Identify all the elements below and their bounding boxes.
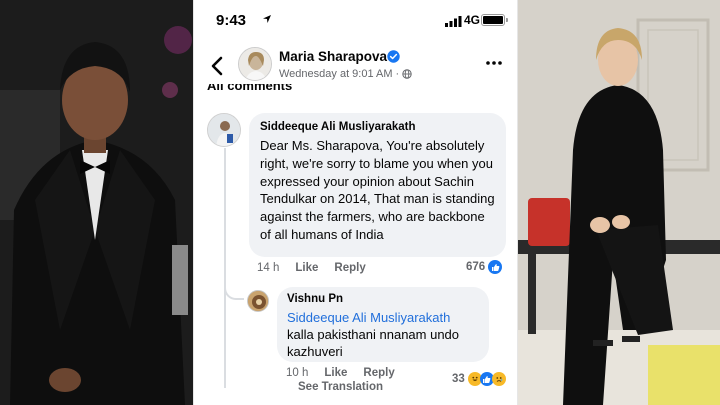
thread-connector: [224, 282, 244, 300]
reply-author-avatar[interactable]: [247, 290, 269, 312]
poster-avatar[interactable]: [238, 47, 272, 81]
battery-icon: [481, 14, 508, 26]
left-photo-man-in-tuxedo: [0, 0, 193, 405]
comment-time-ago: 14 h: [257, 262, 280, 274]
facebook-comments-screen: 9:43 4G Maria Sharapova Wednesday at 9:0…: [193, 0, 518, 405]
sad-reaction-icon: [491, 372, 506, 386]
reply-actions: 10 h Like Reply: [286, 367, 395, 379]
verified-badge-icon: [387, 50, 400, 63]
comment-reactions[interactable]: 676: [466, 260, 503, 274]
post-header: Maria Sharapova Wednesday at 9:01 AM ·: [194, 40, 517, 90]
status-time: 9:43: [216, 12, 247, 29]
reply-reaction-count: 33: [452, 373, 465, 385]
like-reaction-icon: [488, 260, 503, 274]
thread-line: [224, 148, 226, 388]
comment-author[interactable]: Siddeeque Ali Musliyarakath: [260, 121, 495, 133]
back-chevron-icon[interactable]: [208, 54, 228, 78]
reply-button[interactable]: Reply: [334, 262, 365, 274]
poster-name[interactable]: Maria Sharapova: [279, 49, 387, 64]
reply-like-button[interactable]: Like: [324, 367, 347, 379]
location-arrow-icon: [263, 15, 271, 23]
like-button[interactable]: Like: [295, 262, 318, 274]
mentioned-user-link[interactable]: Siddeeque Ali Musliyarakath: [287, 309, 479, 326]
commenter-avatar-image: [208, 114, 240, 146]
see-translation-link[interactable]: See Translation: [298, 381, 383, 393]
reply-time-ago: 10 h: [286, 367, 309, 379]
post-meta: Wednesday at 9:01 AM ·: [279, 68, 412, 80]
comments-filter-label[interactable]: All comments: [207, 84, 292, 94]
reply-bubble: Vishnu Pn Siddeeque Ali Musliyarakath ka…: [277, 287, 489, 362]
reply-avatar-image: [248, 291, 268, 311]
comments-filter-text: All comments: [207, 84, 293, 93]
reply-text: kalla pakisthani nnanam undo kazhuveri: [287, 327, 460, 359]
commenter-avatar[interactable]: [207, 113, 241, 147]
comment-bubble: Siddeeque Ali Musliyarakath Dear Ms. Sha…: [249, 113, 506, 257]
post-timestamp[interactable]: Wednesday at 9:01 AM: [279, 68, 393, 80]
comment-actions: 14 h Like Reply: [257, 262, 366, 274]
tuxedo-man-illustration: [0, 0, 193, 405]
reply-reactions[interactable]: 33: [452, 372, 506, 386]
globe-icon: [402, 69, 412, 79]
poster-avatar-image: [239, 48, 271, 80]
network-type: 4G: [464, 13, 481, 27]
signal-bars-icon: [445, 16, 462, 27]
reaction-count: 676: [466, 261, 486, 273]
more-options-icon[interactable]: [486, 60, 502, 66]
comment-text: Dear Ms. Sharapova, You're absolutely ri…: [260, 138, 495, 242]
reply-reply-button[interactable]: Reply: [363, 367, 394, 379]
seated-woman-illustration: [518, 0, 720, 405]
reply-author[interactable]: Vishnu Pn: [287, 293, 479, 305]
status-bar: 9:43 4G: [194, 0, 517, 40]
right-photo-woman-seated: [518, 0, 720, 405]
